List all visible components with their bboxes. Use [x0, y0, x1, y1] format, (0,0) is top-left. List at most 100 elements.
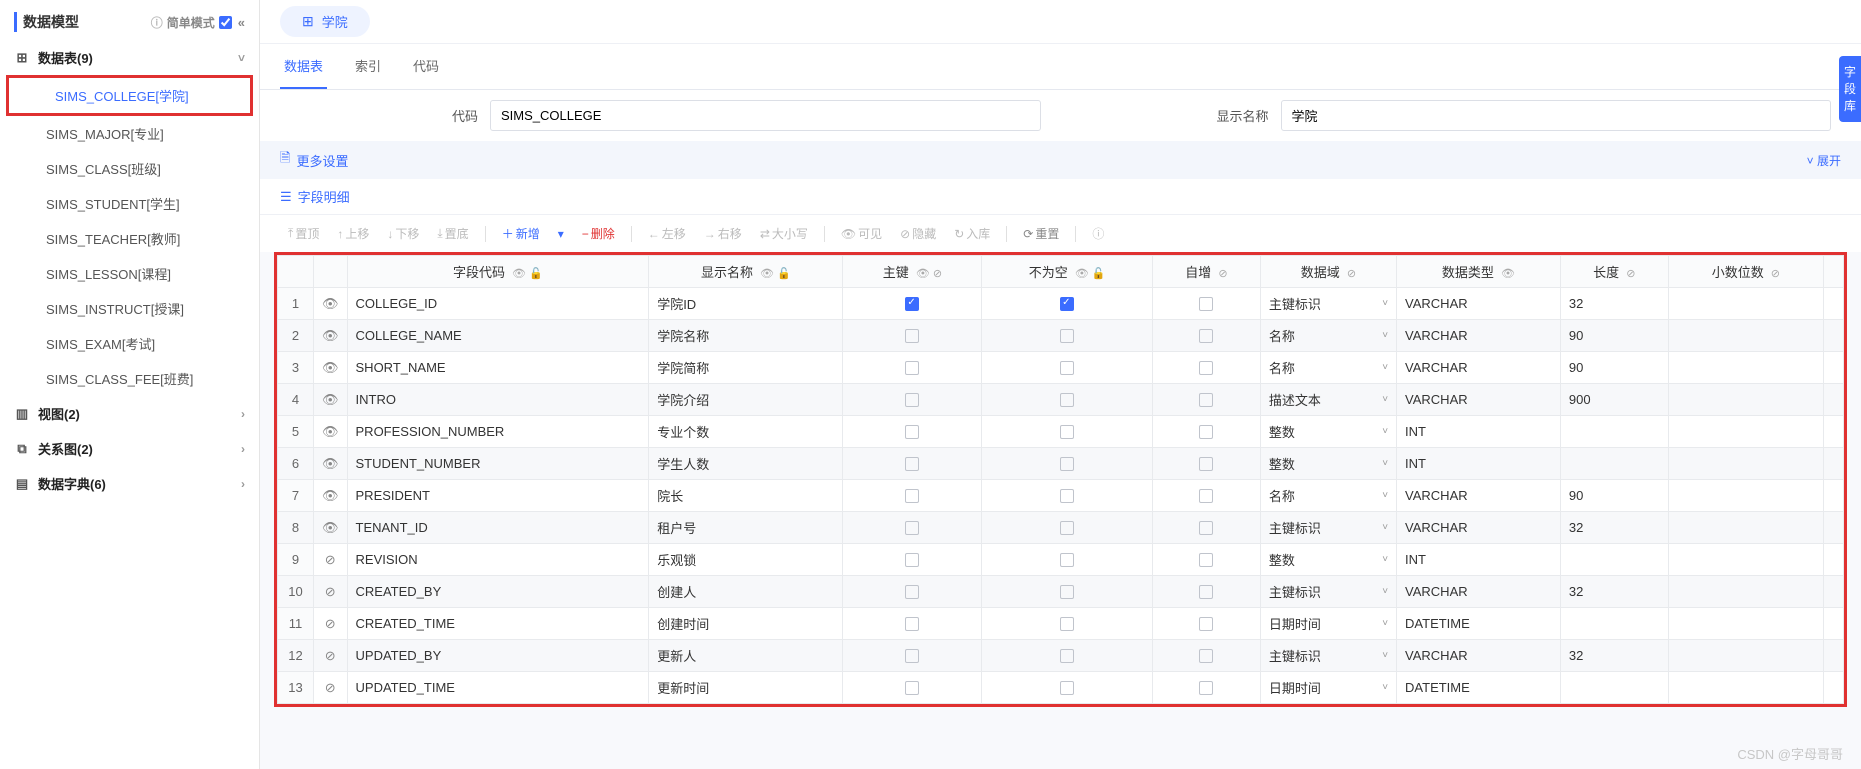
checkbox[interactable] — [1199, 297, 1213, 311]
btn-delete[interactable]: −删除 — [574, 221, 623, 246]
cell-scale[interactable] — [1668, 480, 1823, 512]
btn-info[interactable]: ⓘ — [1084, 221, 1112, 246]
table-row[interactable]: 2👁COLLEGE_NAME学院名称名称˅VARCHAR90 — [278, 320, 1844, 352]
cell-name[interactable]: 学院介绍 — [649, 384, 843, 416]
cell-auto[interactable] — [1152, 512, 1260, 544]
checkbox[interactable] — [1060, 489, 1074, 503]
chevron-down-icon[interactable]: ˅ — [1382, 522, 1388, 533]
cell-auto[interactable] — [1152, 416, 1260, 448]
cell-len[interactable]: 90 — [1560, 480, 1668, 512]
sidebar-item[interactable]: SIMS_TEACHER[教师] — [0, 221, 259, 256]
cell-name[interactable]: 学院简称 — [649, 352, 843, 384]
cell-domain[interactable]: 描述文本˅ — [1260, 384, 1396, 416]
cell-name[interactable]: 创建人 — [649, 576, 843, 608]
cell-pk[interactable] — [843, 320, 982, 352]
cell-domain[interactable]: 名称˅ — [1260, 320, 1396, 352]
row-visibility-toggle[interactable]: 👁 — [314, 384, 348, 416]
cell-type[interactable]: VARCHAR — [1397, 512, 1561, 544]
cell-code[interactable]: PROFESSION_NUMBER — [347, 416, 649, 448]
cell-notnull[interactable] — [982, 608, 1153, 640]
checkbox[interactable] — [905, 585, 919, 599]
btn-down[interactable]: ↓ 下移 — [379, 221, 427, 246]
cell-len[interactable] — [1560, 448, 1668, 480]
cell-domain[interactable]: 日期时间˅ — [1260, 672, 1396, 704]
cell-notnull[interactable] — [982, 320, 1153, 352]
btn-show[interactable]: 👁 可见 — [833, 221, 890, 246]
cell-notnull[interactable] — [982, 352, 1153, 384]
cell-code[interactable]: INTRO — [347, 384, 649, 416]
btn-add-dropdown[interactable]: ▾ — [550, 223, 572, 245]
more-settings-bar[interactable]: 🗎 更多设置 ˅ 展开 — [260, 141, 1861, 179]
cell-name[interactable]: 学院ID — [649, 288, 843, 320]
cell-code[interactable]: COLLEGE_ID — [347, 288, 649, 320]
cell-notnull[interactable] — [982, 576, 1153, 608]
cell-domain[interactable]: 主键标识˅ — [1260, 288, 1396, 320]
cell-pk[interactable] — [843, 352, 982, 384]
cell-scale[interactable] — [1668, 416, 1823, 448]
row-visibility-toggle[interactable]: 👁 — [314, 480, 348, 512]
chevron-down-icon[interactable]: ˅ — [1382, 554, 1388, 565]
checkbox[interactable] — [1199, 489, 1213, 503]
col-domain[interactable]: 数据域 ⊘ — [1260, 256, 1396, 288]
table-row[interactable]: 13⊘UPDATED_TIME更新时间日期时间˅DATETIME — [278, 672, 1844, 704]
checkbox[interactable] — [1199, 425, 1213, 439]
cell-notnull[interactable] — [982, 384, 1153, 416]
entity-chip[interactable]: ⊞ 学院 — [280, 6, 370, 37]
sidebar-item[interactable]: SIMS_CLASS[班级] — [0, 151, 259, 186]
cell-scale[interactable] — [1668, 672, 1823, 704]
checkbox[interactable] — [1199, 393, 1213, 407]
cell-notnull[interactable] — [982, 416, 1153, 448]
cell-domain[interactable]: 整数˅ — [1260, 544, 1396, 576]
cell-notnull[interactable] — [982, 448, 1153, 480]
checkbox[interactable] — [1199, 361, 1213, 375]
cell-scale[interactable] — [1668, 384, 1823, 416]
checkbox[interactable] — [905, 521, 919, 535]
row-visibility-toggle[interactable]: 👁 — [314, 416, 348, 448]
cell-pk[interactable] — [843, 640, 982, 672]
cell-auto[interactable] — [1152, 576, 1260, 608]
cell-notnull[interactable] — [982, 480, 1153, 512]
cell-notnull[interactable] — [982, 672, 1153, 704]
cell-scale[interactable] — [1668, 448, 1823, 480]
checkbox[interactable] — [1199, 329, 1213, 343]
cell-auto[interactable] — [1152, 672, 1260, 704]
sidebar-group[interactable]: ▤数据字典(6)› — [0, 466, 259, 501]
btn-reset[interactable]: ⟳ 重置 — [1015, 221, 1067, 246]
cell-scale[interactable] — [1668, 640, 1823, 672]
cell-type[interactable]: VARCHAR — [1397, 576, 1561, 608]
btn-bottom[interactable]: ⤓ 置底 — [429, 221, 476, 246]
table-row[interactable]: 4👁INTRO学院介绍描述文本˅VARCHAR900 — [278, 384, 1844, 416]
chevron-down-icon[interactable]: ˅ — [1382, 682, 1388, 693]
cell-pk[interactable] — [843, 416, 982, 448]
cell-pk[interactable] — [843, 576, 982, 608]
checkbox[interactable] — [1060, 457, 1074, 471]
checkbox[interactable] — [1199, 521, 1213, 535]
cell-code[interactable]: COLLEGE_NAME — [347, 320, 649, 352]
collapse-sidebar-icon[interactable]: « — [238, 15, 245, 30]
checkbox[interactable] — [905, 297, 919, 311]
name-input[interactable] — [1281, 100, 1832, 131]
checkbox[interactable] — [1060, 553, 1074, 567]
cell-auto[interactable] — [1152, 480, 1260, 512]
checkbox[interactable] — [1199, 585, 1213, 599]
checkbox[interactable] — [1199, 649, 1213, 663]
cell-type[interactable]: VARCHAR — [1397, 352, 1561, 384]
code-input[interactable] — [490, 100, 1041, 131]
row-visibility-toggle[interactable]: 👁 — [314, 448, 348, 480]
table-row[interactable]: 1👁COLLEGE_ID学院ID主键标识˅VARCHAR32 — [278, 288, 1844, 320]
tab[interactable]: 索引 — [351, 44, 385, 89]
cell-domain[interactable]: 主键标识˅ — [1260, 576, 1396, 608]
cell-name[interactable]: 租户号 — [649, 512, 843, 544]
chevron-down-icon[interactable]: ˅ — [1382, 650, 1388, 661]
sidebar-group[interactable]: ⧉关系图(2)› — [0, 431, 259, 466]
cell-domain[interactable]: 日期时间˅ — [1260, 608, 1396, 640]
row-visibility-toggle[interactable]: ⊘ — [314, 672, 348, 704]
chevron-down-icon[interactable]: ˅ — [1382, 458, 1388, 469]
col-code[interactable]: 字段代码 👁 🔓 — [347, 256, 649, 288]
row-visibility-toggle[interactable]: ⊘ — [314, 640, 348, 672]
checkbox[interactable] — [905, 329, 919, 343]
checkbox[interactable] — [905, 553, 919, 567]
cell-len[interactable]: 32 — [1560, 288, 1668, 320]
cell-len[interactable]: 32 — [1560, 512, 1668, 544]
btn-add[interactable]: ＋新增 — [494, 221, 548, 246]
